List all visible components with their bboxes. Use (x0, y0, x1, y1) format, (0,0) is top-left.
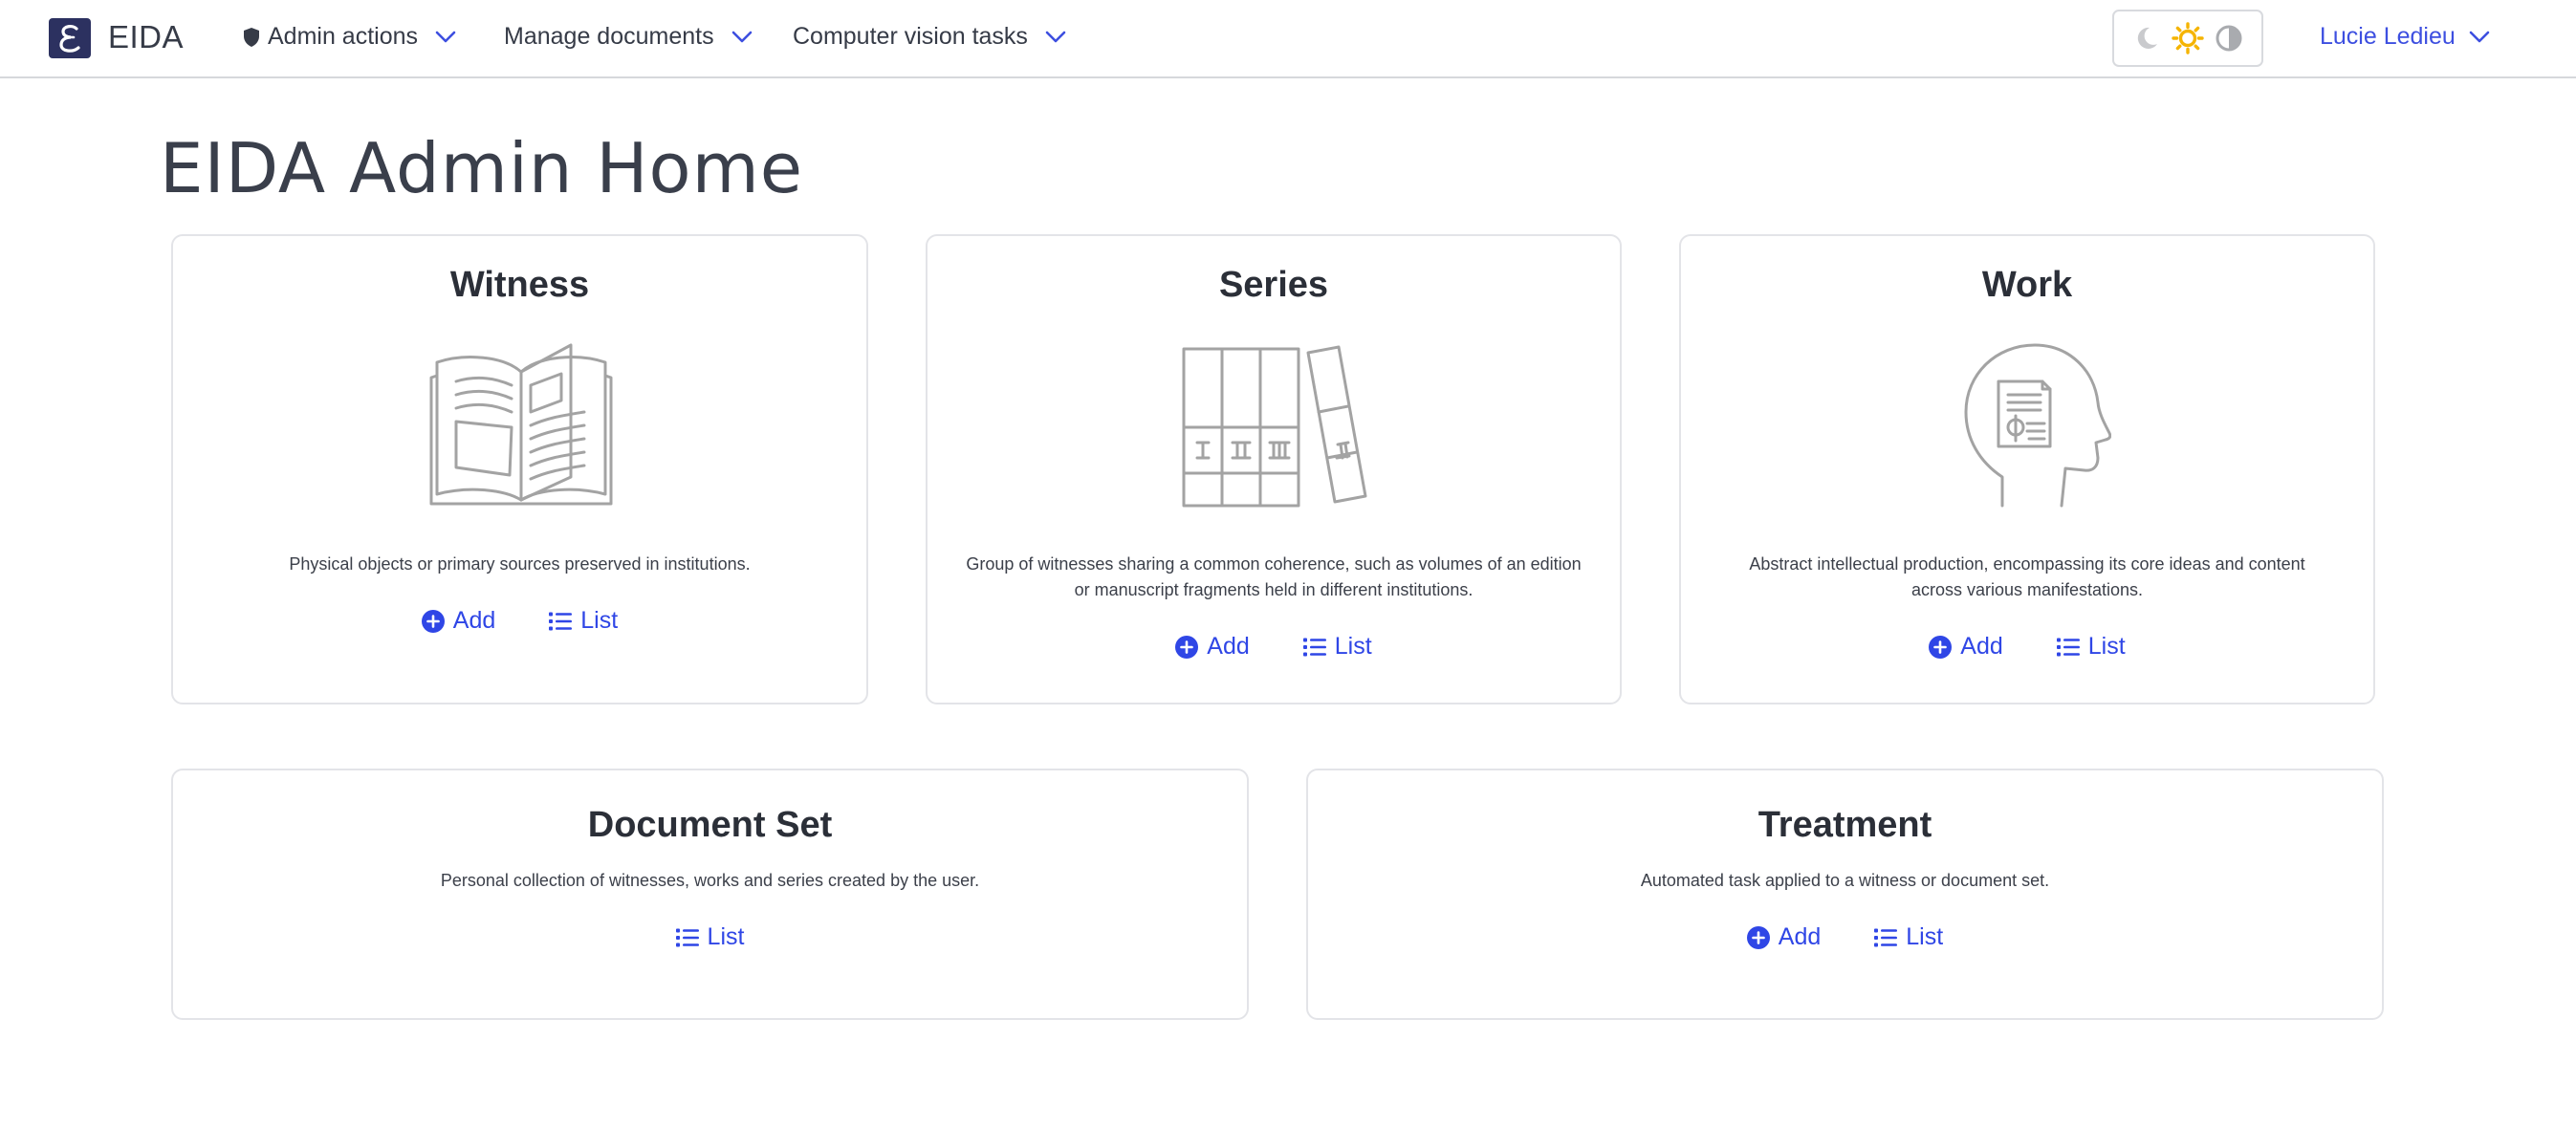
work-description-line-2: across various manifestations. (1910, 580, 2144, 599)
series-card-description: Group of witnesses sharing a common cohe… (928, 552, 1620, 603)
series-list-label: List (1334, 633, 1372, 660)
series-add-button[interactable]: Add (1175, 633, 1250, 661)
document-set-card-title: Document Set (587, 805, 833, 845)
treatment-card: Treatment Automated task applied to a wi… (1306, 769, 2384, 1020)
document-set-card: Document Set Personal collection of witn… (171, 769, 1249, 1020)
work-add-label: Add (1960, 633, 2003, 660)
witness-list-label: List (580, 607, 619, 634)
document-set-list-label: List (707, 923, 745, 950)
work-card-actions: Add List (1681, 633, 2373, 661)
witness-card-description: Physical objects or primary sources pres… (289, 554, 751, 574)
contrast-icon[interactable] (2215, 24, 2243, 53)
computer-vision-tasks-label: Computer vision tasks (793, 23, 1028, 50)
series-card: Series Group of witnesses sharing a comm… (926, 234, 1622, 704)
witness-card: Witness Physical objects or primary sour… (171, 234, 868, 704)
treatment-card-actions: Add List (1308, 923, 2382, 951)
series-card-actions: Add List (928, 633, 1620, 661)
witness-list-button[interactable]: List (549, 607, 618, 635)
series-list-button[interactable]: List (1302, 633, 1372, 661)
plus-circle-icon (1746, 925, 1770, 949)
page-title: EIDA Admin Home (160, 128, 804, 208)
witness-card-actions: Add List (173, 607, 866, 635)
work-description-line-1: Abstract intellectual production, encomp… (1749, 554, 2305, 574)
witness-card-title: Witness (449, 265, 590, 305)
manage-documents-label: Manage documents (504, 23, 714, 50)
manage-documents-menu[interactable]: Manage documents (504, 23, 753, 51)
shield-icon (244, 27, 259, 47)
series-description-line-1: Group of witnesses sharing a common cohe… (966, 554, 1582, 574)
chevron-down-icon (2469, 31, 2490, 42)
moon-icon[interactable] (2132, 24, 2161, 53)
work-card-description: Abstract intellectual production, encomp… (1681, 552, 2373, 603)
document-set-card-description: Personal collection of witnesses, works … (440, 871, 980, 890)
computer-vision-tasks-menu[interactable]: Computer vision tasks (793, 23, 1066, 51)
work-add-button[interactable]: Add (1929, 633, 2003, 661)
theme-switcher (2112, 10, 2263, 67)
admin-actions-label: Admin actions (268, 23, 419, 50)
witness-add-button[interactable]: Add (421, 607, 496, 635)
plus-circle-icon (1929, 635, 1953, 659)
series-add-label: Add (1207, 633, 1250, 660)
list-icon (675, 928, 699, 946)
treatment-add-button[interactable]: Add (1746, 923, 1822, 951)
sun-icon[interactable] (2172, 22, 2204, 54)
eida-logo-icon[interactable] (49, 18, 91, 58)
chevron-down-icon (1045, 31, 1066, 42)
treatment-add-label: Add (1778, 923, 1822, 950)
plus-circle-icon (421, 609, 445, 633)
admin-actions-menu[interactable]: Admin actions (243, 23, 456, 51)
work-card-title: Work (1981, 265, 2073, 305)
open-book-icon (429, 343, 613, 506)
brand-name[interactable]: EIDA (108, 19, 184, 55)
treatment-list-button[interactable]: List (1874, 923, 1943, 951)
user-menu[interactable]: Lucie Ledieu (2320, 23, 2490, 51)
top-navbar: EIDA Admin actions Manage documents Comp… (0, 0, 2576, 78)
chevron-down-icon (435, 31, 456, 42)
plus-circle-icon (1175, 635, 1199, 659)
document-set-list-button[interactable]: List (675, 923, 745, 951)
list-icon (1302, 638, 1326, 656)
series-description-line-2: or manuscript fragments held in differen… (1074, 580, 1474, 599)
work-card: Work Abstract intellectual production, e… (1679, 234, 2375, 704)
list-icon (1874, 928, 1898, 946)
witness-add-label: Add (452, 607, 496, 634)
chevron-down-icon (731, 31, 752, 42)
treatment-list-label: List (1906, 923, 1944, 950)
work-list-button[interactable]: List (2056, 633, 2126, 661)
work-list-label: List (2087, 633, 2126, 660)
series-card-title: Series (1218, 265, 1329, 305)
document-set-card-actions: List (173, 923, 1247, 951)
treatment-card-description: Automated task applied to a witness or d… (1640, 871, 2050, 890)
list-icon (2056, 638, 2080, 656)
treatment-card-title: Treatment (1757, 805, 1932, 845)
user-name: Lucie Ledieu (2320, 23, 2456, 50)
head-document-icon (1964, 343, 2111, 508)
book-volumes-icon (1182, 345, 1367, 508)
list-icon (549, 612, 573, 630)
